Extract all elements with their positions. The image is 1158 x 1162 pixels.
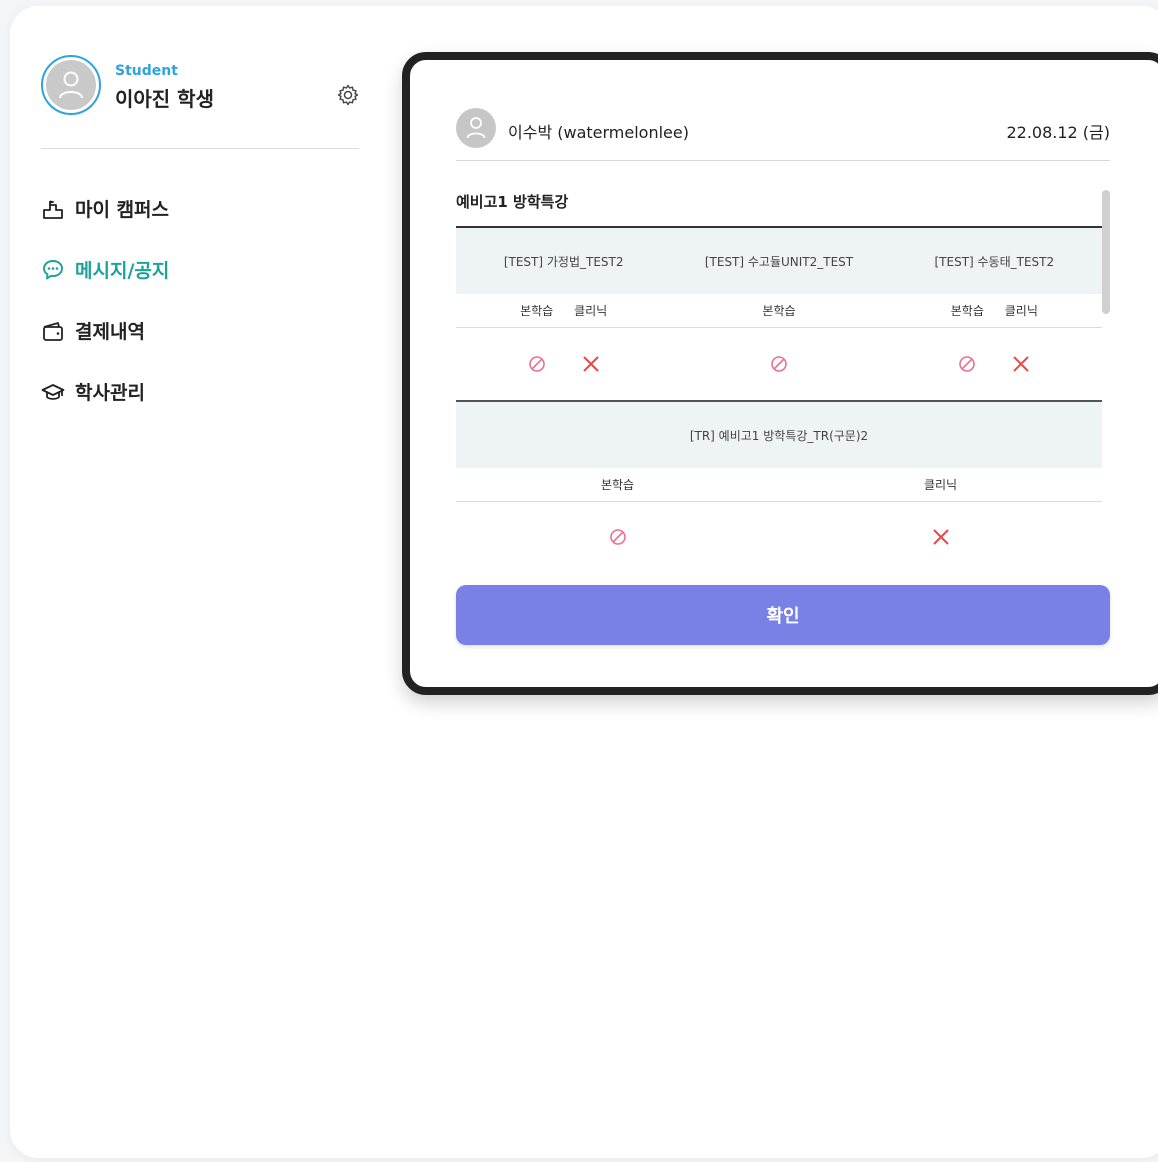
sidebar-item-messages[interactable]: 메시지/공지 — [41, 239, 359, 300]
clinic-label: 클리닉 — [923, 478, 958, 492]
course-label-row: 본학습 클리닉 본학습 본학습 클리닉 — [456, 294, 1102, 328]
sidebar-item-label: 메시지/공지 — [75, 260, 170, 282]
x-icon — [994, 355, 1048, 373]
course-header-row: [TR] 예비고1 방학특강_TR(구문)2 — [456, 402, 1102, 468]
graduation-cap-icon — [41, 380, 65, 404]
confirm-button[interactable]: 확인 — [456, 585, 1110, 645]
sidebar-item-academics[interactable]: 학사관리 — [41, 361, 359, 422]
none-icon — [940, 355, 994, 373]
none-icon — [510, 355, 564, 373]
course-name: [TEST] 수동태_TEST2 — [934, 254, 1055, 269]
course-group: [TR] 예비고1 방학특강_TR(구문)2 본학습 클리닉 — [456, 402, 1102, 572]
main-study-label: 본학습 — [950, 304, 984, 318]
course-mark-row — [456, 502, 1102, 572]
sender-name: 이수박 (watermelonlee) — [508, 123, 689, 142]
avatar — [41, 55, 101, 115]
course-header-row: [TEST] 가정법_TEST2 [TEST] 수고듈UNIT2_TEST [T… — [456, 228, 1102, 294]
none-icon — [591, 528, 645, 546]
sidebar-nav: 마이 캠퍼스 메시지/공지 결제내역 학사관리 — [41, 178, 359, 422]
none-icon — [752, 355, 806, 373]
scrollbar[interactable] — [1102, 190, 1110, 578]
chat-bubble-icon — [41, 258, 65, 282]
scrollbar-thumb[interactable] — [1102, 190, 1110, 314]
course-group: [TEST] 가정법_TEST2 [TEST] 수고듈UNIT2_TEST [T… — [456, 228, 1102, 402]
clinic-label: 클리닉 — [574, 304, 608, 318]
user-role: Student — [115, 63, 178, 79]
user-name: 이아진 학생 — [115, 87, 214, 111]
sidebar-item-payments[interactable]: 결제내역 — [41, 300, 359, 361]
x-icon — [914, 528, 968, 546]
campus-icon — [41, 197, 65, 221]
sidebar-item-label: 학사관리 — [75, 382, 145, 404]
user-icon — [59, 71, 83, 99]
main-study-label: 본학습 — [600, 478, 635, 492]
course-name: [TR] 예비고1 방학특강_TR(구문)2 — [689, 428, 869, 443]
gear-icon[interactable] — [336, 83, 360, 107]
message-header: 이수박 (watermelonlee) 22.08.12 (금) — [456, 100, 1110, 161]
clinic-label: 클리닉 — [1004, 304, 1038, 318]
sidebar-divider — [41, 148, 359, 149]
user-icon — [466, 117, 486, 139]
user-profile: Student 이아진 학생 — [41, 55, 359, 119]
main-study-label: 본학습 — [762, 304, 796, 318]
course-mark-row — [456, 328, 1102, 400]
sidebar-item-label: 결제내역 — [75, 321, 145, 343]
section-title: 예비고1 방학특강 — [456, 190, 1102, 228]
sidebar-item-label: 마이 캠퍼스 — [75, 199, 170, 221]
sidebar-item-my-campus[interactable]: 마이 캠퍼스 — [41, 178, 359, 239]
course-name: [TEST] 가정법_TEST2 — [503, 254, 624, 269]
course-name: [TEST] 수고듈UNIT2_TEST — [704, 254, 854, 269]
message-modal: 이수박 (watermelonlee) 22.08.12 (금) 예비고1 방학… — [402, 52, 1158, 695]
message-date: 22.08.12 (금) — [1006, 123, 1110, 142]
message-body[interactable]: 예비고1 방학특강 [TEST] 가정법_TEST2 [TEST] 수고듈UNI… — [456, 190, 1102, 578]
main-study-label: 본학습 — [520, 304, 554, 318]
wallet-icon — [41, 319, 65, 343]
x-icon — [564, 355, 618, 373]
sender-avatar — [456, 108, 496, 148]
course-label-row: 본학습 클리닉 — [456, 468, 1102, 502]
